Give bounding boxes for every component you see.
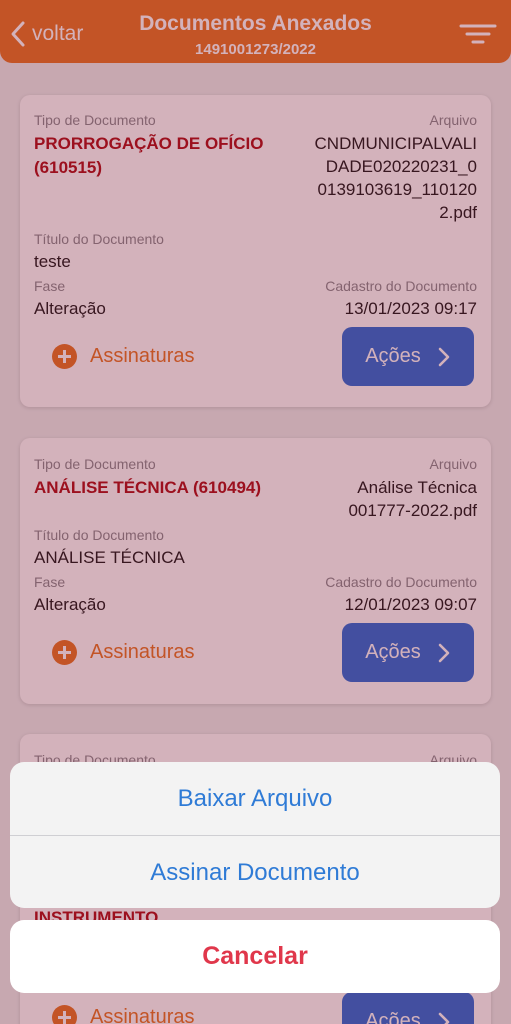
download-file-option[interactable]: Baixar Arquivo — [10, 762, 500, 835]
sign-document-option[interactable]: Assinar Documento — [10, 836, 500, 908]
cancel-button[interactable]: Cancelar — [10, 920, 500, 993]
action-sheet: Baixar Arquivo Assinar Documento — [10, 762, 500, 908]
